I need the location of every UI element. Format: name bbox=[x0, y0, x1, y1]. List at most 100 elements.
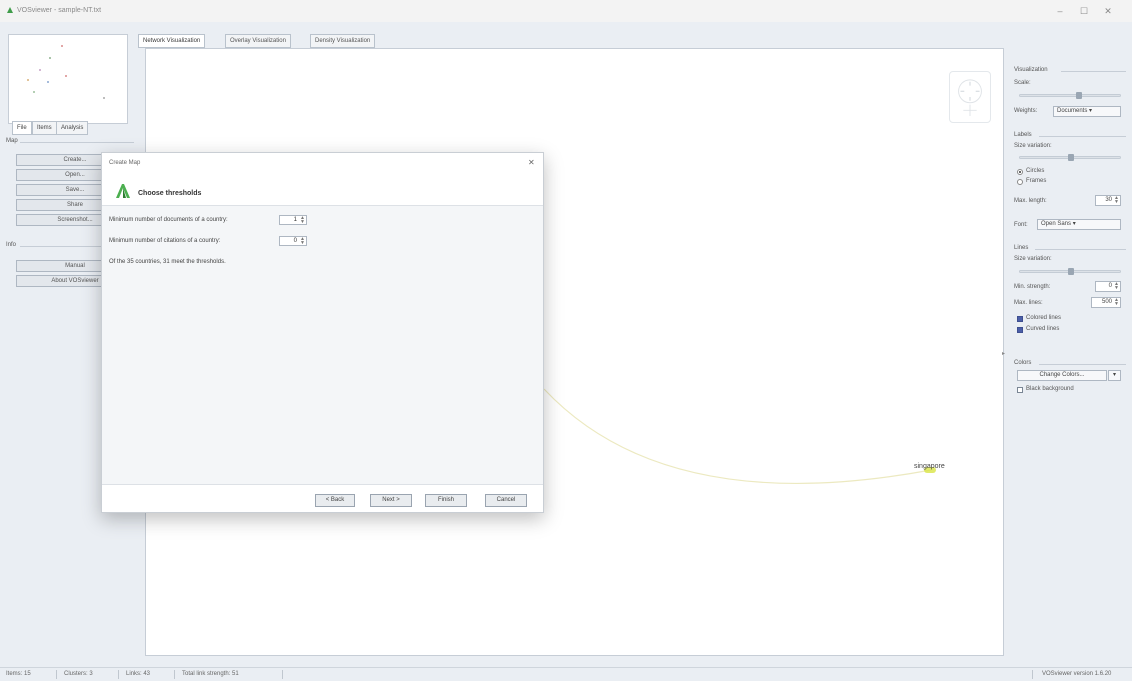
status-items: Items: 15 bbox=[6, 671, 31, 677]
font-label: Font: bbox=[1014, 222, 1028, 228]
dialog-heading: Choose thresholds bbox=[138, 190, 202, 197]
status-links: Links: 43 bbox=[126, 671, 151, 677]
title-bar: VOSviewer - sample-NT.txt – ☐ ✕ bbox=[0, 0, 1132, 22]
slider-thumb[interactable] bbox=[1068, 154, 1074, 161]
font-select[interactable]: Open Sans ▾ bbox=[1037, 219, 1121, 230]
dialog-close-button[interactable]: ✕ bbox=[528, 158, 535, 167]
dialog-title: Create Map bbox=[109, 160, 141, 166]
tab-analysis[interactable]: Analysis bbox=[56, 121, 89, 135]
overview-node bbox=[47, 81, 49, 83]
min-citations-label: Minimum number of citations of a country… bbox=[109, 238, 221, 244]
curved-lines-checkbox[interactable] bbox=[1017, 327, 1023, 333]
scale-slider[interactable] bbox=[1019, 92, 1121, 99]
frames-radio[interactable] bbox=[1017, 179, 1023, 185]
colors-group-title: Colors bbox=[1014, 360, 1032, 366]
max-lines-value: 500 bbox=[1101, 299, 1112, 305]
circles-label: Circles bbox=[1026, 168, 1045, 174]
maximize-button[interactable]: ☐ bbox=[1077, 5, 1091, 17]
weights-select[interactable]: Documents ▾ bbox=[1053, 106, 1121, 117]
divider bbox=[174, 670, 175, 679]
black-background-checkbox[interactable] bbox=[1017, 387, 1023, 393]
overview-map[interactable] bbox=[8, 34, 128, 124]
finish-button[interactable]: Finish bbox=[425, 494, 467, 507]
labels-group-title: Labels bbox=[1014, 132, 1032, 138]
tab-overlay-visualization[interactable]: Overlay Visualization bbox=[225, 34, 291, 48]
divider bbox=[1039, 136, 1126, 137]
create-map-dialog: Create Map ✕ Choose thresholds Minimum n… bbox=[101, 152, 544, 513]
colors-dropdown-button[interactable]: ▾ bbox=[1108, 370, 1121, 381]
divider bbox=[1035, 249, 1126, 250]
colored-lines-label: Colored lines bbox=[1026, 315, 1062, 321]
slider-thumb[interactable] bbox=[1076, 92, 1082, 99]
window-title: VOSviewer - sample-NT.txt bbox=[17, 7, 102, 14]
lines-size-variation-label: Size variation: bbox=[1014, 256, 1052, 262]
overview-node bbox=[65, 75, 67, 77]
vosviewer-logo-icon bbox=[116, 184, 130, 198]
font-value: Open Sans bbox=[1041, 221, 1072, 227]
map-group-title: Map bbox=[6, 138, 18, 144]
black-background-label: Black background bbox=[1026, 386, 1074, 392]
colored-lines-checkbox[interactable] bbox=[1017, 316, 1023, 322]
next-button[interactable]: Next > bbox=[370, 494, 412, 507]
status-clusters: Clusters: 3 bbox=[64, 671, 93, 677]
spinner-arrows-icon[interactable]: ▲ ▼ bbox=[1114, 298, 1119, 307]
threshold-summary: Of the 35 countries, 31 meet the thresho… bbox=[109, 259, 226, 265]
divider bbox=[1032, 670, 1033, 679]
vosviewer-logo-icon bbox=[7, 7, 13, 13]
dialog-body: Minimum number of documents of a country… bbox=[102, 205, 543, 485]
line-size-slider[interactable] bbox=[1019, 268, 1121, 275]
right-panel: Visualization Scale: Weights: Documents … bbox=[1002, 48, 1129, 656]
scale-label: Scale: bbox=[1014, 80, 1031, 86]
max-length-spinner[interactable]: 30 ▲ ▼ bbox=[1095, 195, 1121, 206]
weights-label: Weights: bbox=[1014, 108, 1038, 114]
expand-arrow-icon[interactable]: ▸ bbox=[1002, 350, 1005, 357]
divider bbox=[56, 670, 57, 679]
tab-density-visualization[interactable]: Density Visualization bbox=[310, 34, 376, 48]
min-documents-spinner[interactable]: 1 ▲ ▼ bbox=[279, 215, 307, 225]
close-window-button[interactable]: ✕ bbox=[1101, 5, 1115, 17]
spinner-arrows-icon[interactable]: ▲ ▼ bbox=[1114, 282, 1119, 291]
min-strength-label: Min. strength: bbox=[1014, 284, 1051, 290]
curved-lines-label: Curved lines bbox=[1026, 326, 1060, 332]
back-button[interactable]: < Back bbox=[315, 494, 355, 507]
overview-node bbox=[103, 97, 105, 99]
minimize-button[interactable]: – bbox=[1053, 5, 1067, 17]
status-bar: Items: 15 Clusters: 3 Links: 43 Total li… bbox=[0, 667, 1132, 681]
divider bbox=[118, 670, 119, 679]
node-label[interactable]: singapore bbox=[914, 463, 945, 470]
size-variation-label: Size variation: bbox=[1014, 143, 1052, 149]
cancel-button[interactable]: Cancel bbox=[485, 494, 527, 507]
frames-label: Frames bbox=[1026, 178, 1047, 184]
slider-thumb[interactable] bbox=[1068, 268, 1074, 275]
min-citations-value: 0 bbox=[293, 238, 297, 244]
overview-node bbox=[39, 69, 41, 71]
min-documents-label: Minimum number of documents of a country… bbox=[109, 217, 228, 223]
circles-radio[interactable] bbox=[1017, 169, 1023, 175]
divider bbox=[1061, 71, 1126, 72]
min-strength-value: 0 bbox=[1108, 283, 1112, 289]
min-citations-spinner[interactable]: 0 ▲ ▼ bbox=[279, 236, 307, 246]
min-documents-value: 1 bbox=[293, 217, 297, 223]
label-size-slider[interactable] bbox=[1019, 154, 1121, 161]
change-colors-button[interactable]: Change Colors... bbox=[1017, 370, 1107, 381]
change-colors-label: Change Colors... bbox=[1039, 372, 1085, 378]
divider bbox=[282, 670, 283, 679]
max-length-value: 30 bbox=[1105, 197, 1112, 203]
spinner-arrows-icon[interactable]: ▲ ▼ bbox=[300, 216, 305, 225]
overview-node bbox=[61, 45, 63, 47]
status-total-link-strength: Total link strength: 51 bbox=[182, 671, 239, 677]
divider bbox=[1039, 364, 1126, 365]
overview-node bbox=[49, 57, 51, 59]
max-lines-spinner[interactable]: 500 ▲ ▼ bbox=[1091, 297, 1121, 308]
spinner-arrows-icon[interactable]: ▲ ▼ bbox=[1114, 196, 1119, 205]
tab-items[interactable]: Items bbox=[32, 121, 57, 135]
tab-network-visualization[interactable]: Network Visualization bbox=[138, 34, 206, 48]
min-strength-spinner[interactable]: 0 ▲ ▼ bbox=[1095, 281, 1121, 292]
weights-value: Documents bbox=[1057, 108, 1088, 114]
tab-file[interactable]: File bbox=[12, 121, 32, 135]
zoom-navigation-icon[interactable] bbox=[949, 71, 991, 123]
max-lines-label: Max. lines: bbox=[1014, 300, 1043, 306]
max-length-label: Max. length: bbox=[1014, 198, 1047, 204]
spinner-arrows-icon[interactable]: ▲ ▼ bbox=[300, 237, 305, 246]
divider bbox=[20, 142, 134, 143]
